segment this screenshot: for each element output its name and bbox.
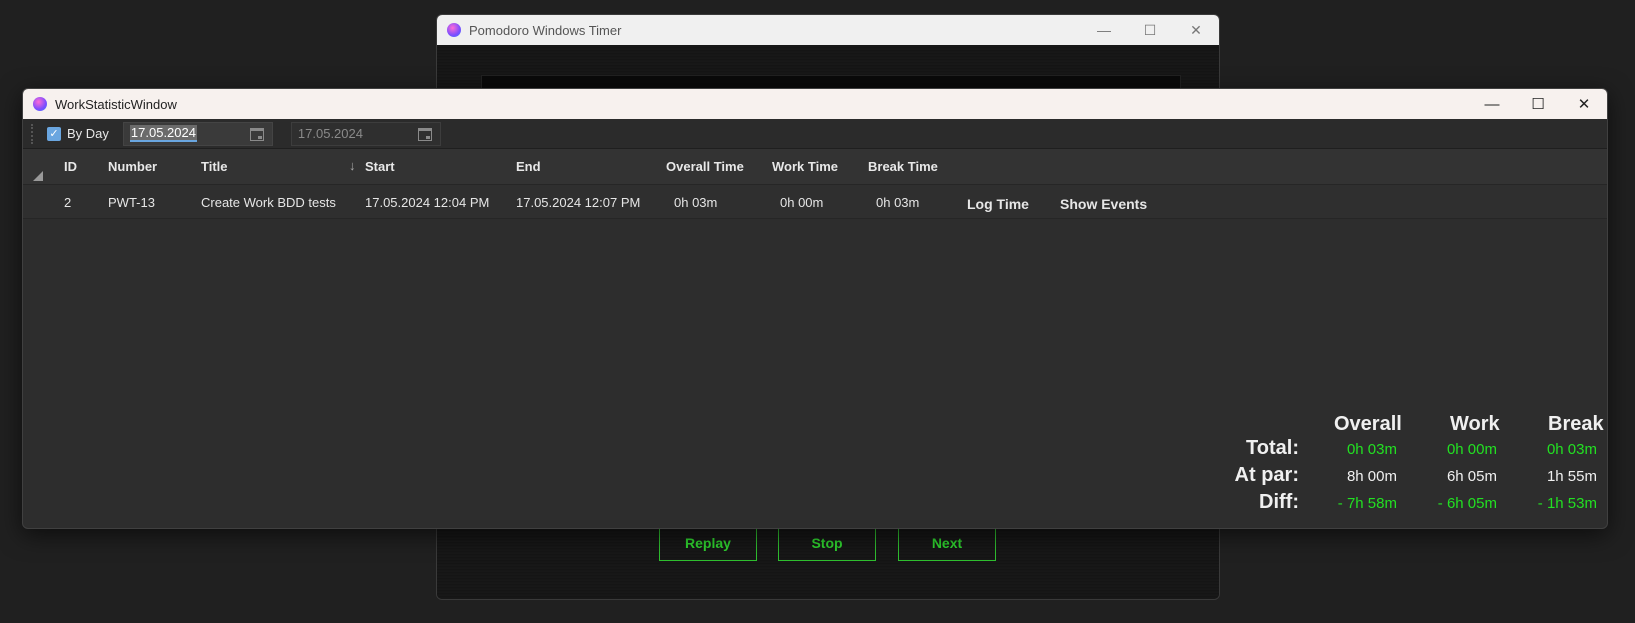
show-events-button[interactable]: Show Events bbox=[1060, 196, 1147, 212]
toolbar: ✓ By Day 17.05.2024 17.05.2024 bbox=[23, 119, 1607, 149]
total-work: 0h 00m bbox=[1446, 441, 1497, 458]
minimize-icon[interactable]: — bbox=[1081, 15, 1127, 45]
at-par-label: At par: bbox=[1234, 464, 1299, 486]
diff-overall: - 7h 58m bbox=[1337, 495, 1397, 512]
pomodoro-window-title: Pomodoro Windows Timer bbox=[469, 22, 622, 38]
pomodoro-titlebar: Pomodoro Windows Timer — ☐ ✕ bbox=[437, 15, 1219, 45]
cell-title: Create Work BDD tests bbox=[201, 195, 336, 210]
at-par-work: 6h 05m bbox=[1446, 468, 1497, 485]
column-header-title[interactable]: Title bbox=[201, 159, 228, 174]
date-to-picker[interactable]: 17.05.2024 bbox=[290, 121, 441, 146]
column-header-id[interactable]: ID bbox=[64, 159, 77, 174]
calendar-icon[interactable] bbox=[417, 127, 432, 141]
next-button[interactable]: Next bbox=[898, 525, 996, 561]
diff-label: Diff: bbox=[1259, 491, 1299, 513]
at-par-overall: 8h 00m bbox=[1346, 468, 1397, 485]
column-header-break-time[interactable]: Break Time bbox=[868, 159, 938, 174]
maximize-icon[interactable]: ☐ bbox=[1515, 89, 1561, 119]
cell-start: 17.05.2024 12:04 PM bbox=[365, 195, 490, 210]
sort-descending-icon: ↓ bbox=[349, 158, 356, 173]
column-header-work-time[interactable]: Work Time bbox=[772, 159, 838, 174]
cell-break-time: 0h 03m bbox=[876, 195, 920, 210]
date-from-picker[interactable]: 17.05.2024 bbox=[122, 121, 273, 146]
log-time-button[interactable]: Log Time bbox=[967, 196, 1029, 212]
column-header-number[interactable]: Number bbox=[108, 159, 157, 174]
window-title: WorkStatisticWindow bbox=[55, 96, 177, 112]
total-break: 0h 03m bbox=[1546, 441, 1597, 458]
titlebar: WorkStatisticWindow — ☐ ✕ bbox=[23, 89, 1607, 119]
replay-button[interactable]: Replay bbox=[659, 525, 757, 561]
summary-header-work: Work bbox=[1450, 413, 1500, 435]
at-par-break: 1h 55m bbox=[1546, 468, 1597, 485]
app-icon bbox=[33, 97, 47, 111]
close-icon[interactable]: ✕ bbox=[1173, 15, 1219, 45]
table-row[interactable]: 2 PWT-13 Create Work BDD tests 17.05.202… bbox=[23, 185, 1607, 219]
select-all-corner[interactable] bbox=[33, 171, 43, 181]
cell-end: 17.05.2024 12:07 PM bbox=[516, 195, 641, 210]
calendar-icon[interactable] bbox=[249, 127, 264, 141]
column-header-start[interactable]: Start bbox=[365, 159, 395, 174]
toolbar-grip[interactable] bbox=[31, 123, 35, 144]
cell-id: 2 bbox=[64, 195, 72, 210]
date-to-input[interactable]: 17.05.2024 bbox=[298, 126, 363, 141]
diff-work: - 6h 05m bbox=[1437, 495, 1497, 512]
grid-header: ID Number Title ↓ Start End Overall Time… bbox=[23, 149, 1607, 185]
cell-work-time: 0h 00m bbox=[780, 195, 824, 210]
cell-overall-time: 0h 03m bbox=[674, 195, 718, 210]
column-header-overall-time[interactable]: Overall Time bbox=[666, 159, 744, 174]
total-label: Total: bbox=[1246, 437, 1299, 459]
summary-header-break: Break bbox=[1548, 413, 1604, 435]
by-day-checkbox[interactable]: ✓ bbox=[47, 126, 61, 141]
stop-button[interactable]: Stop bbox=[778, 525, 876, 561]
close-icon[interactable]: ✕ bbox=[1561, 89, 1607, 119]
column-header-end[interactable]: End bbox=[516, 159, 541, 174]
summary-header-overall: Overall bbox=[1334, 413, 1402, 435]
maximize-icon[interactable]: ☐ bbox=[1127, 15, 1173, 45]
app-icon bbox=[447, 23, 461, 37]
diff-break: - 1h 53m bbox=[1537, 495, 1597, 512]
work-statistic-window: WorkStatisticWindow — ☐ ✕ ✓ By Day 17.05… bbox=[22, 88, 1608, 529]
minimize-icon[interactable]: — bbox=[1469, 89, 1515, 119]
date-from-input[interactable]: 17.05.2024 bbox=[129, 125, 197, 142]
cell-number: PWT-13 bbox=[108, 195, 155, 210]
total-overall: 0h 03m bbox=[1346, 441, 1397, 458]
by-day-label: By Day bbox=[67, 126, 109, 141]
